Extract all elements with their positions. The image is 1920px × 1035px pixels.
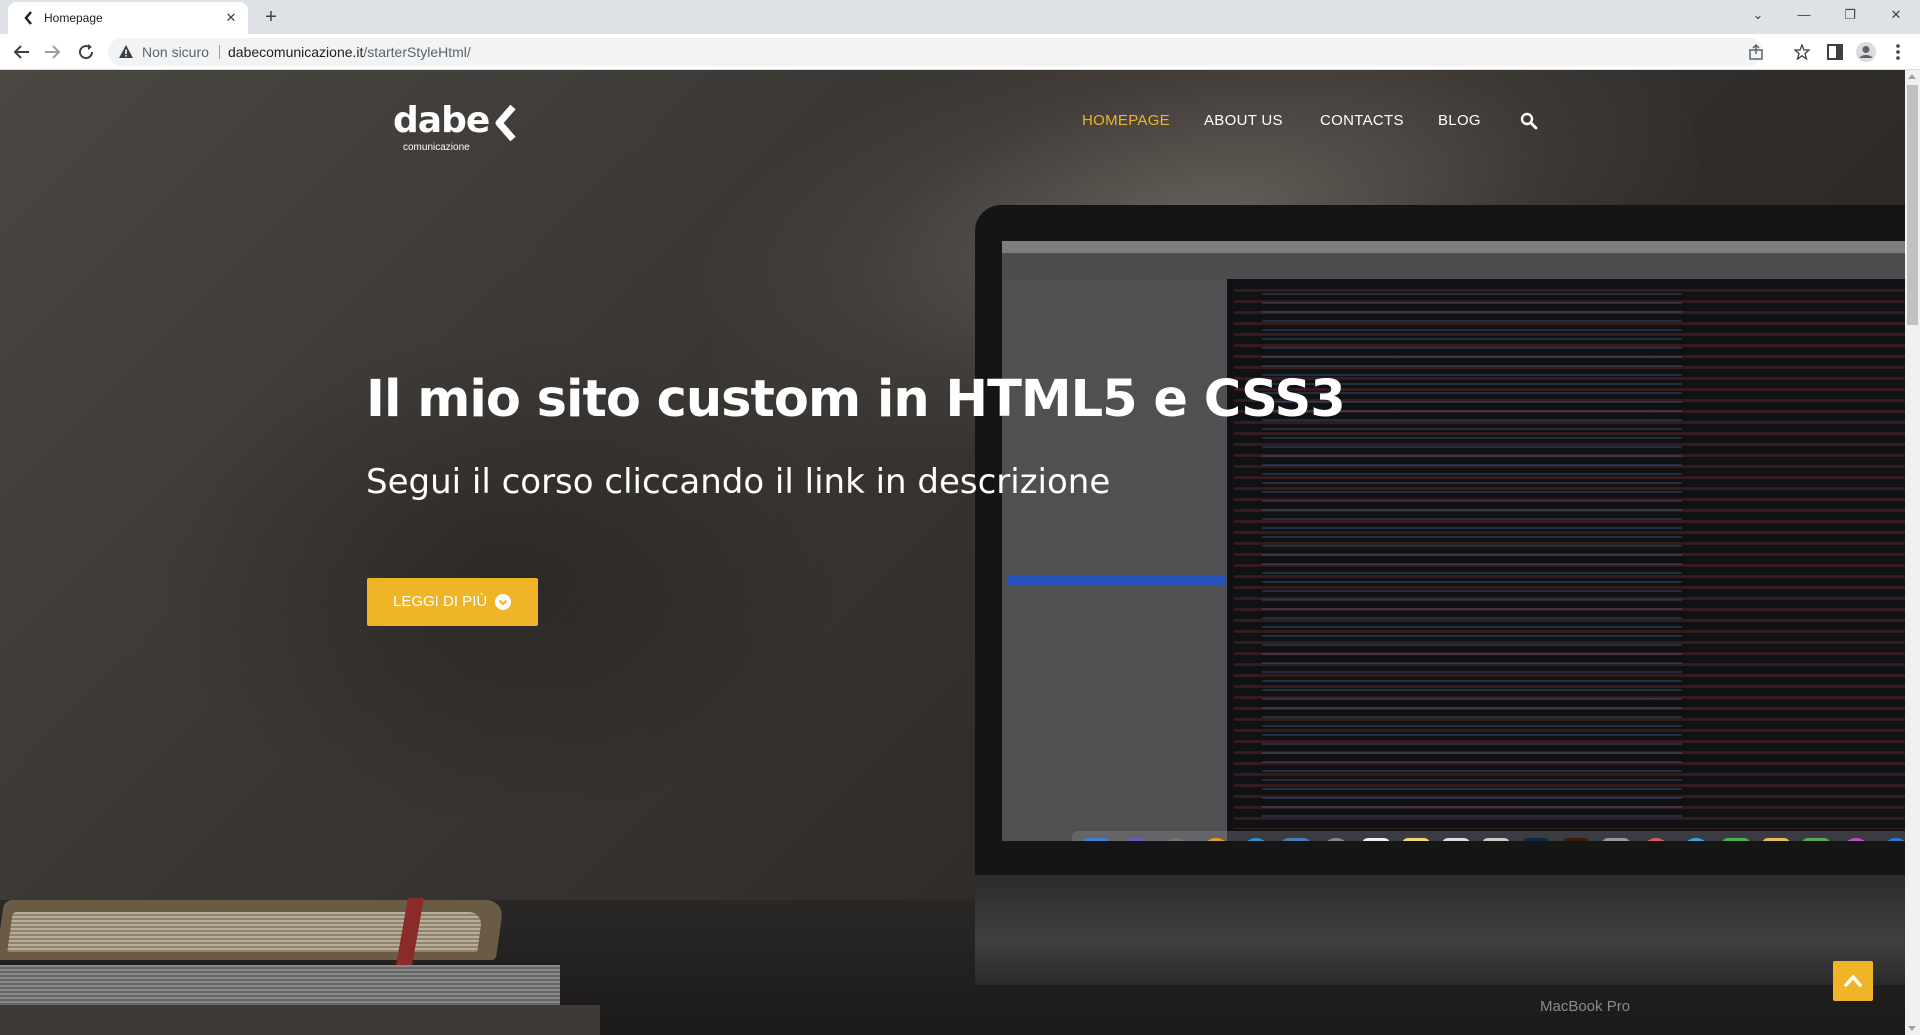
- read-more-button[interactable]: LEGGI DI PIÙ: [367, 578, 538, 626]
- back-to-top-button[interactable]: [1833, 961, 1873, 1001]
- dock-app-icon: [1882, 838, 1905, 841]
- dock-app-icon: [1842, 838, 1870, 841]
- nav-item-homepage[interactable]: HOMEPAGE: [1082, 112, 1170, 129]
- reload-icon[interactable]: [74, 40, 98, 64]
- dock-app-icon: [1322, 838, 1350, 841]
- minimize-button[interactable]: —: [1781, 0, 1827, 30]
- nav-item-contacts[interactable]: CONTACTS: [1320, 112, 1404, 129]
- security-label[interactable]: Non sicuro: [142, 44, 209, 60]
- laptop-label: MacBook Pro: [1540, 998, 1631, 1015]
- dock-app-icon: [1642, 838, 1670, 841]
- bookmark-star-icon[interactable]: [1794, 44, 1810, 60]
- address-separator: [219, 45, 220, 59]
- dock-app-icon: [1082, 838, 1110, 841]
- laptop-screen-toolbar: [1002, 253, 1905, 279]
- laptop-screen-selection: [1007, 575, 1225, 585]
- chevron-down-circle-icon: [495, 594, 511, 610]
- url-host: dabecomunicazione.it: [228, 44, 364, 60]
- tab-search-icon[interactable]: ⌄: [1735, 0, 1781, 30]
- dock-app-icon: [1442, 838, 1470, 841]
- laptop-screen: [1002, 241, 1905, 841]
- back-icon[interactable]: [10, 40, 34, 64]
- search-icon[interactable]: [1520, 112, 1538, 130]
- profile-avatar-icon[interactable]: [1854, 40, 1878, 64]
- hero-title: Il mio sito custom in HTML5 e CSS3: [366, 370, 1346, 429]
- browser-tabstrip: Homepage ✕ + ⌄ — ❐ ✕: [0, 0, 1920, 34]
- dock-app-icon: [1202, 838, 1230, 841]
- new-tab-button[interactable]: +: [258, 4, 284, 30]
- dock-app-icon: [1802, 838, 1830, 841]
- restore-button[interactable]: ❐: [1827, 0, 1873, 30]
- browser-tab[interactable]: Homepage ✕: [8, 2, 248, 34]
- scroll-up-arrow-icon[interactable]: [1908, 74, 1916, 79]
- dock-app-icon: [1362, 838, 1390, 841]
- scrollbar-thumb[interactable]: [1907, 85, 1918, 325]
- dock-app-icon: [1602, 838, 1630, 841]
- laptop-screen-menubar: [1002, 241, 1905, 253]
- dock-app-icon: [1562, 838, 1590, 841]
- url-path: /starterStyleHtml/: [363, 44, 471, 60]
- address-bar[interactable]: Non sicuro dabecomunicazione.it/starterS…: [108, 38, 1810, 66]
- hero-book-stack: [0, 965, 560, 1005]
- dock-app-icon: [1762, 838, 1790, 841]
- hero-subtitle: Segui il corso cliccando il link in desc…: [366, 462, 1111, 502]
- chevron-up-icon: [1844, 975, 1862, 987]
- dock-app-icon: [1722, 838, 1750, 841]
- page-scrollbar[interactable]: [1905, 70, 1920, 1035]
- hero-section: MacBook Pro dabe comunicazione HOMEPAGE …: [0, 70, 1905, 1035]
- hero-book-stack-base: [0, 1005, 600, 1035]
- logo-subtext: comunicazione: [403, 142, 470, 153]
- scroll-down-arrow-icon[interactable]: [1908, 1026, 1916, 1031]
- dock-app-icon: [1522, 838, 1550, 841]
- warning-icon[interactable]: [118, 44, 134, 60]
- nav-item-about-us[interactable]: ABOUT US: [1204, 112, 1283, 129]
- dock-app-icon: [1682, 838, 1710, 841]
- dock-app-icon: [1402, 838, 1430, 841]
- page-viewport: MacBook Pro dabe comunicazione HOMEPAGE …: [0, 70, 1905, 1035]
- tab-close-icon[interactable]: ✕: [222, 9, 240, 27]
- dock-app-icon: [1482, 838, 1510, 841]
- laptop-dock: [1072, 831, 1905, 841]
- dock-app-icon: [1162, 838, 1190, 841]
- dock-app-icon: [1122, 838, 1150, 841]
- hero-laptop-image: [975, 205, 1905, 985]
- menu-kebab-icon[interactable]: [1886, 40, 1910, 64]
- url-text[interactable]: dabecomunicazione.it/starterStyleHtml/: [228, 44, 471, 60]
- laptop-base: [975, 875, 1905, 985]
- laptop-screen-sidebar: [1002, 279, 1227, 841]
- forward-icon[interactable]: [40, 40, 64, 64]
- side-panel-icon[interactable]: [1823, 40, 1847, 64]
- dock-app-icon: [1282, 838, 1310, 841]
- browser-toolbar: Non sicuro dabecomunicazione.it/starterS…: [0, 34, 1920, 70]
- share-icon[interactable]: [1748, 44, 1764, 60]
- tab-title: Homepage: [44, 11, 103, 25]
- read-more-label: LEGGI DI PIÙ: [393, 593, 488, 610]
- favicon-icon: [24, 11, 32, 25]
- logo-chevron-icon: [495, 105, 516, 141]
- site-logo[interactable]: dabe comunicazione: [393, 100, 533, 160]
- close-window-button[interactable]: ✕: [1873, 0, 1919, 30]
- nav-item-blog[interactable]: BLOG: [1438, 112, 1481, 129]
- logo-wordmark: dabe: [393, 100, 490, 141]
- dock-app-icon: [1242, 838, 1270, 841]
